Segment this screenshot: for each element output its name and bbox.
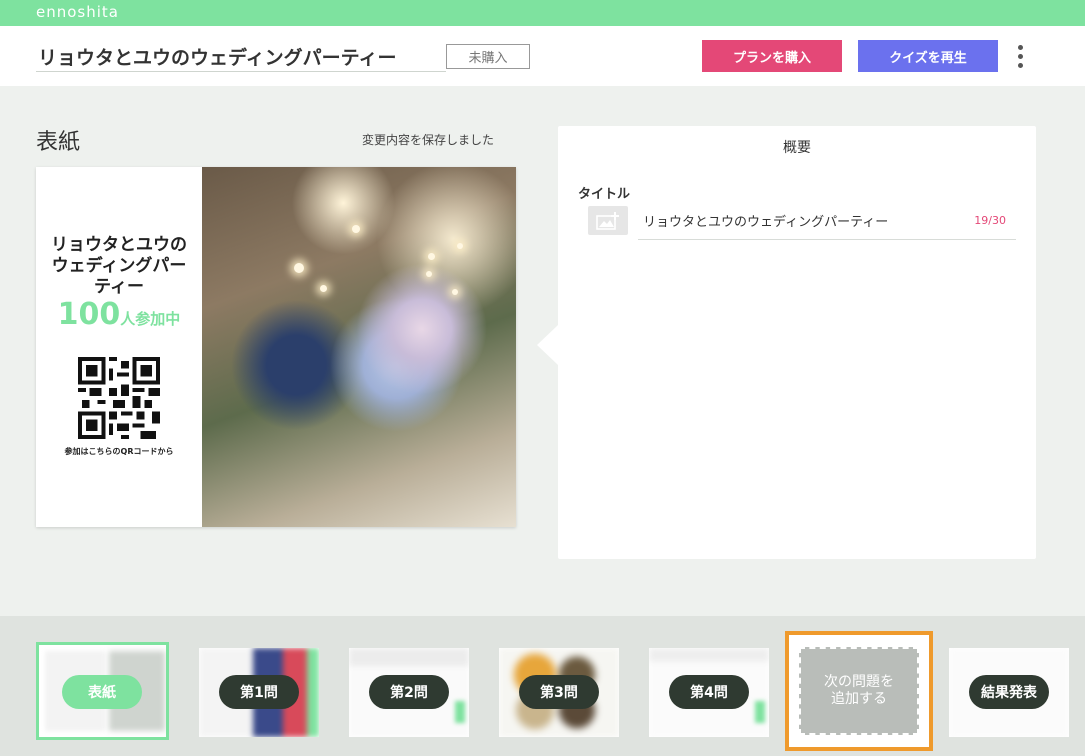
add-image-icon[interactable] <box>588 206 628 235</box>
participant-count-number: 100 <box>57 297 121 332</box>
cover-title: リョウタとユウのウェディングパーティー <box>51 235 187 297</box>
cover-preview[interactable]: リョウタとユウのウェディングパーティー 100人参加中 参加はこちらのQRコード… <box>36 167 516 527</box>
quiz-title-input[interactable] <box>36 42 446 72</box>
slide-pill-q2[interactable]: 第2問 <box>369 675 449 709</box>
slide-pill-q4[interactable]: 第4問 <box>669 675 749 709</box>
brand-logo[interactable]: ennoshita <box>36 3 119 21</box>
add-question-label: 次の問題を 追加する <box>799 647 919 735</box>
add-question-label-line2: 追加する <box>831 691 887 707</box>
slide-pill-q1[interactable]: 第1問 <box>219 675 299 709</box>
summary-panel: 概要 タイトル リョウタとユウのウェディングパーティー 19/30 <box>558 126 1036 559</box>
participant-count-suffix: 人参加中 <box>120 310 181 328</box>
buy-plan-button[interactable]: プランを購入 <box>702 40 842 72</box>
qr-caption: 参加はこちらのQRコードから <box>64 447 174 456</box>
section-title: 表紙 <box>36 130 81 155</box>
title-field[interactable]: リョウタとユウのウェディングパーティー 19/30 <box>638 204 1016 240</box>
add-question-label-line1: 次の問題を <box>824 674 894 690</box>
title-field-label: タイトル <box>578 187 631 202</box>
save-status: 変更内容を保存しました <box>362 133 495 147</box>
qr-code-icon <box>78 357 160 439</box>
brand-bar: ennoshita <box>0 0 1085 26</box>
cover-info-panel: リョウタとユウのウェディングパーティー 100人参加中 参加はこちらのQRコード… <box>36 167 202 527</box>
slide-pill-results[interactable]: 結果発表 <box>969 675 1049 709</box>
add-question-button[interactable]: 次の問題を 追加する <box>785 631 933 751</box>
play-quiz-button[interactable]: クイズを再生 <box>858 40 998 72</box>
slide-pill-cover[interactable]: 表紙 <box>62 675 142 709</box>
kebab-menu-icon[interactable] <box>1008 42 1032 70</box>
slide-pill-q3[interactable]: 第3問 <box>519 675 599 709</box>
summary-heading: 概要 <box>783 140 811 156</box>
title-field-value: リョウタとユウのウェディングパーティー <box>643 215 889 230</box>
title-char-counter: 19/30 <box>974 214 1006 227</box>
cover-photo <box>202 167 516 527</box>
participant-count: 100人参加中 <box>40 297 198 332</box>
purchase-status-badge: 未購入 <box>446 44 530 69</box>
panel-pointer <box>537 325 558 365</box>
header: 未購入 プランを購入 クイズを再生 <box>0 26 1085 86</box>
